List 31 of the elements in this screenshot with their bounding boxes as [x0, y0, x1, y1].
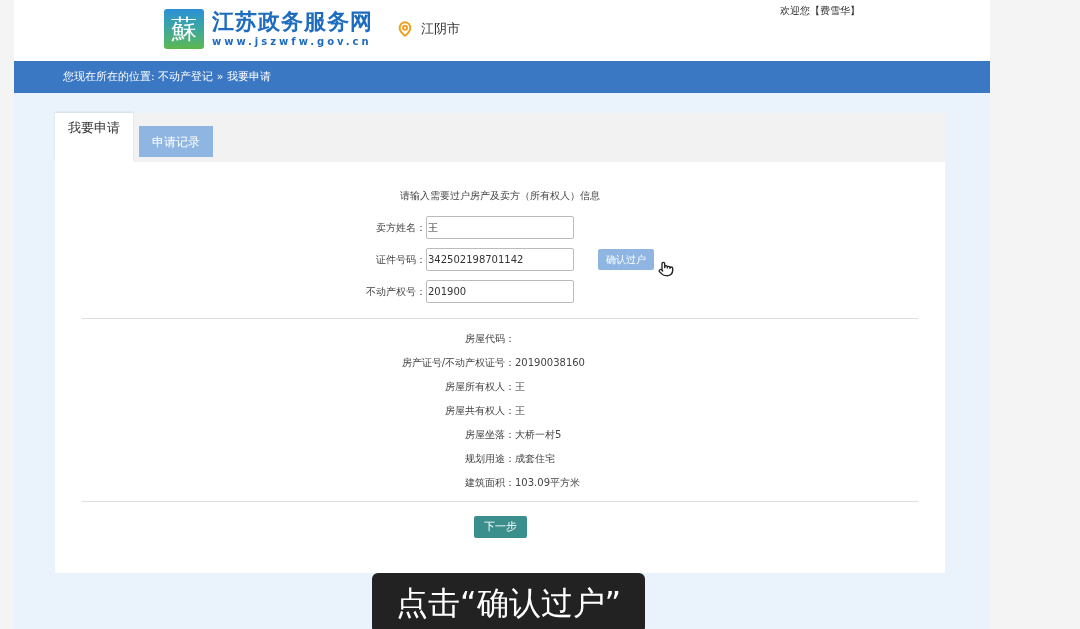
detail-value: 王 [515, 379, 525, 394]
field-label: 卖方姓名： [375, 221, 426, 235]
input-field[interactable]: 王 [426, 216, 574, 239]
detail-value: 大桥一村5 [515, 427, 562, 442]
input-field[interactable]: 342502198701142 [426, 248, 574, 271]
form-intro: 请输入需要过户房产及卖方（所有权人）信息 [400, 189, 600, 203]
detail-label: 房屋共有权人： [444, 403, 515, 418]
site-title: 江苏政务服务网 [212, 9, 373, 35]
location-pin-icon [397, 21, 413, 37]
detail-label: 房产证号/不动产权证号： [400, 355, 515, 370]
logo-icon: 蘇 [164, 9, 204, 49]
site-url: www.jszwfw.gov.cn [212, 35, 373, 49]
input-field[interactable]: 201900 [426, 280, 574, 303]
field-label: 不动产权号： [365, 285, 426, 299]
field-label: 证件号码： [375, 253, 426, 267]
hand-cursor-icon [658, 260, 674, 278]
detail-label: 房屋所有权人： [444, 379, 515, 394]
detail-label: 房屋坐落： [464, 427, 515, 442]
detail-value: 20190038160 [515, 355, 585, 370]
detail-value: 成套住宅 [515, 451, 555, 466]
detail-value: 103.09平方米 [515, 475, 580, 490]
detail-value: 王 [515, 403, 525, 418]
next-step-button[interactable]: 下一步 [473, 516, 527, 538]
tab[interactable]: 我要申请 [55, 113, 133, 162]
city-link[interactable]: 江阴市 [421, 19, 460, 39]
detail-label: 房屋代码： [464, 331, 515, 346]
video-caption: 点击“确认过户” [372, 573, 645, 629]
detail-label: 规划用途： [464, 451, 515, 466]
welcome-text: 欢迎您【费雪华】 [780, 4, 860, 18]
detail-label: 建筑面积： [464, 475, 515, 490]
breadcrumb: 您现在所在的位置: 不动产登记 » 我要申请 [63, 68, 271, 85]
